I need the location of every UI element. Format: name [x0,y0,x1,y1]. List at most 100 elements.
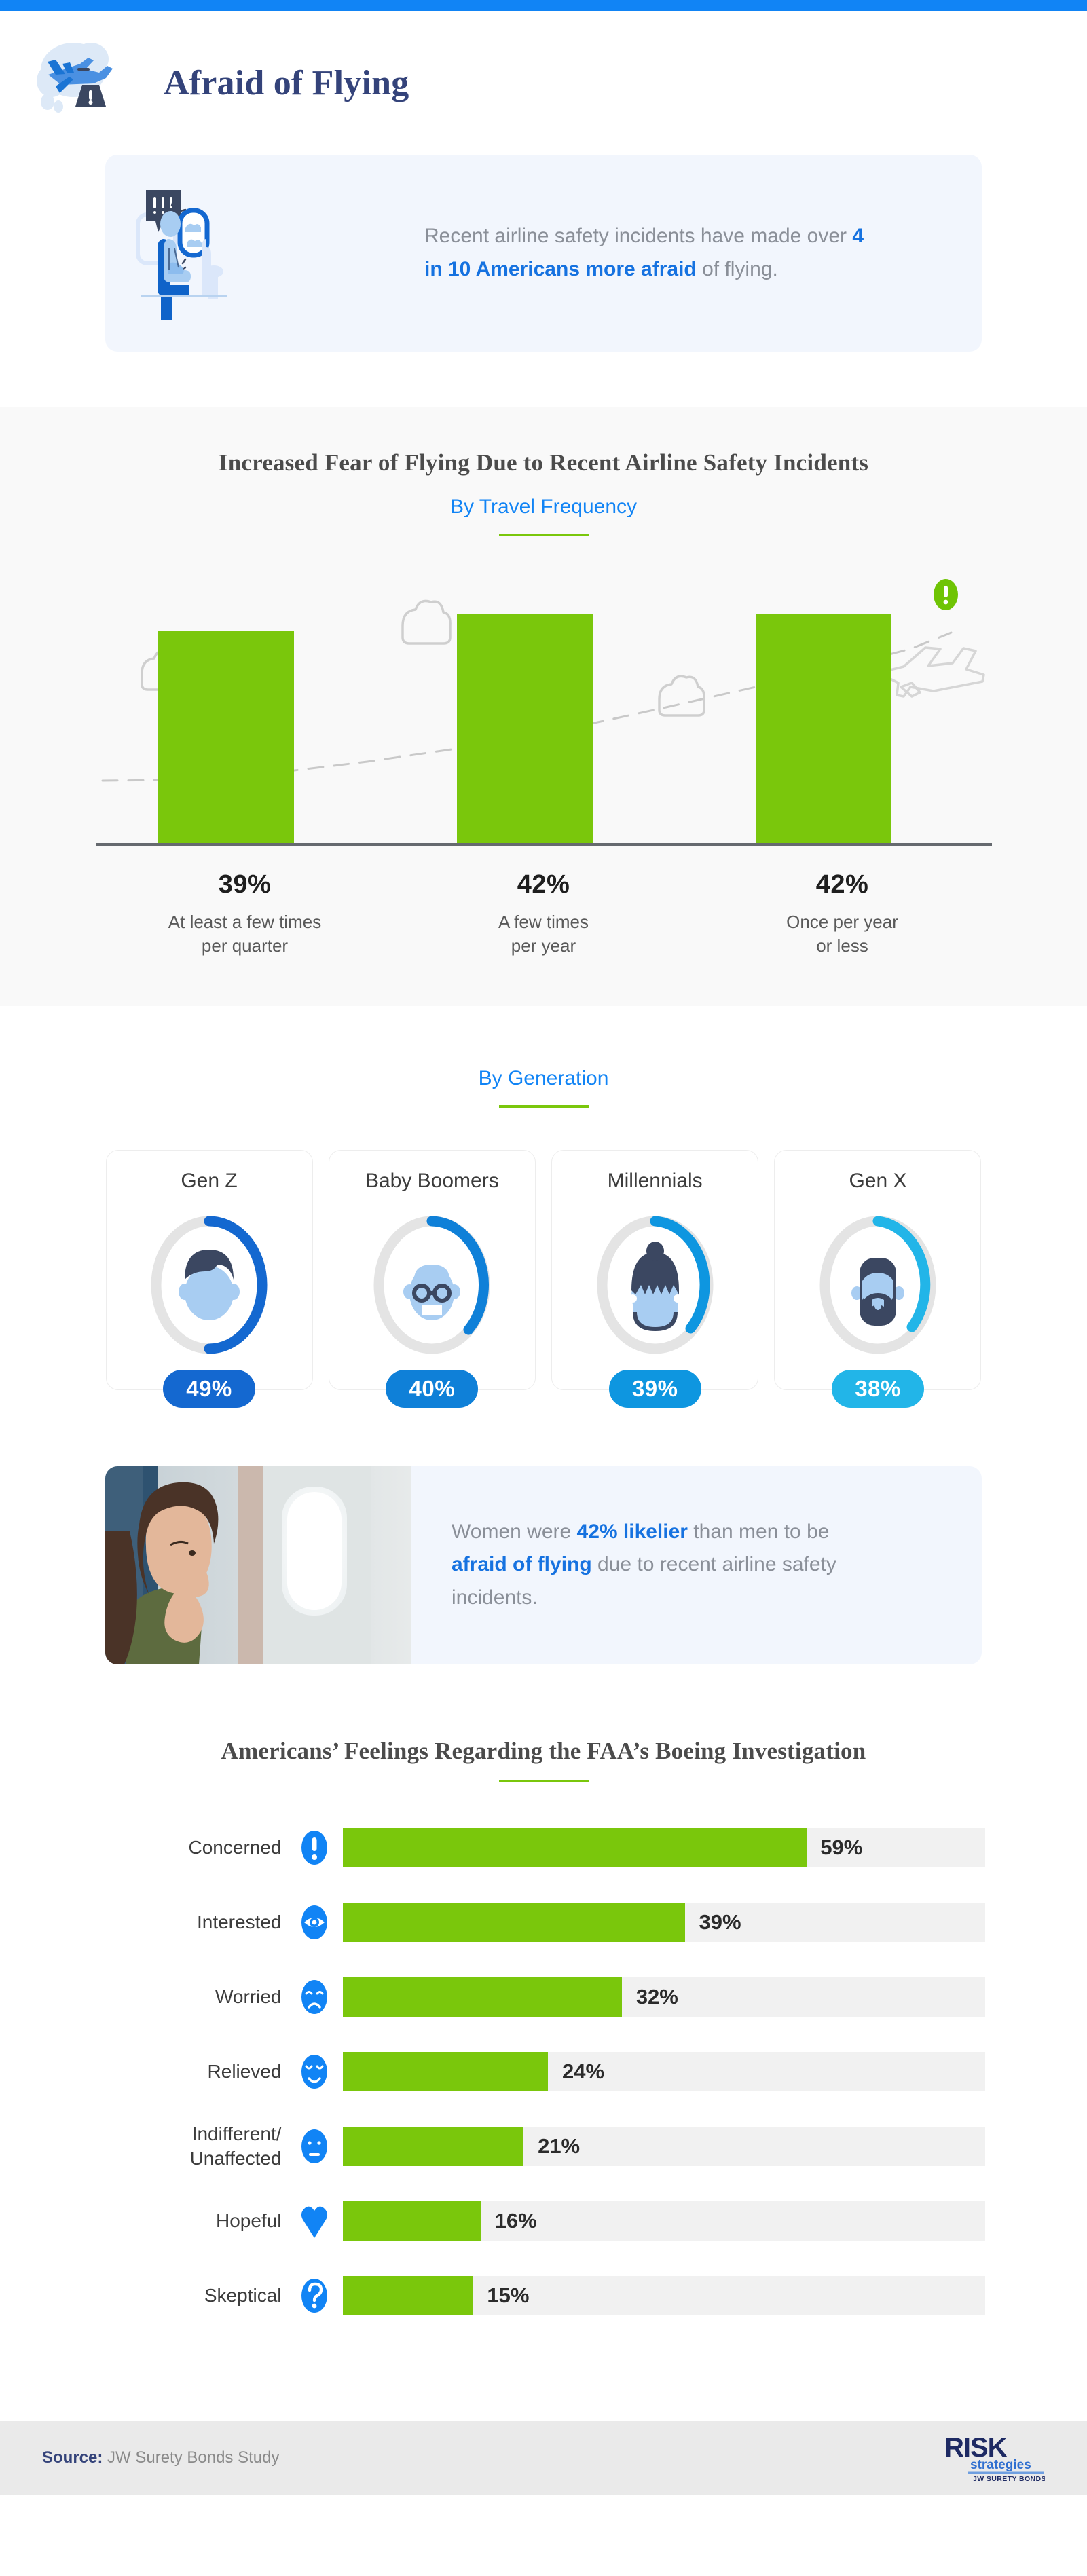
exclamation-icon [297,1827,332,1868]
vertical-chart-label-0: 39% At least a few times per quarter [96,870,394,958]
generation-section: By Generation Gen Z 49% Baby Boomers 40%… [0,1005,1087,1408]
bar-fill [342,1827,807,1867]
bar-fill [342,2051,549,2091]
donut-gauge-baby-boomers [367,1210,496,1360]
generation-value-badge: 39% [608,1369,701,1408]
bar-value: 15% [487,2283,530,2307]
generation-subtitle: By Generation [478,1066,609,1089]
travel-frequency-subtitle: By Travel Frequency [449,496,638,518]
bar-row-label: Worried [215,1986,282,2008]
footer-spacer [0,2345,1087,2421]
value-label: 42% [815,870,869,899]
millennial-avatar-icon [628,1241,682,1331]
category-label: At least a few times per quarter [168,912,322,956]
source-text: JW Surety Bonds Study [103,2448,280,2467]
generation-card-baby-boomers[interactable]: Baby Boomers 40% [328,1149,536,1408]
value-label: 42% [517,870,570,899]
bar-fill [342,1977,622,2017]
intro-callout-box: Recent airline safety incidents have mad… [105,155,982,352]
bar-row-label: Concerned [188,1837,282,1859]
frowning-face-icon [297,1977,332,2017]
women-callout-text: Women were 42% likelier than men to be a… [411,1516,886,1615]
intro-text: Recent airline safety incidents have mad… [424,220,872,286]
question-mark-icon [297,2275,332,2316]
bar-track: 16% [342,2201,985,2241]
risk-strategies-logo[interactable]: RISK strategies JW SURETY BONDS [943,2429,1046,2486]
intro-text-part2: of flying. [696,258,778,280]
bar-value: 21% [538,2133,581,2158]
bar-row-label: Indifferent/ Unaffected [189,2123,282,2169]
generation-card-gen-x[interactable]: Gen X 38% [774,1149,982,1408]
bar-row-interested: Interested 39% [103,1898,985,1947]
generation-card-label: Gen Z [181,1169,238,1192]
vertical-chart-labels: 39% At least a few times per quarter 42%… [96,870,992,958]
svg-text:strategies: strategies [970,2458,1031,2472]
donut-gauge-millennials [591,1210,720,1360]
bar-fill [342,2126,524,2166]
bar-track: 15% [342,2275,985,2315]
relieved-face-icon [297,2051,332,2092]
women-text-highlight1: 42% likelier [576,1520,688,1543]
divider-rule [498,1779,589,1782]
bar-fill [342,2275,473,2315]
intro-text-part1: Recent airline safety incidents have mad… [424,225,853,248]
bar-value: 39% [699,1909,741,1934]
source-label: Source: [42,2448,103,2467]
neutral-face-icon [297,2126,332,2167]
infographic-page: Afraid of Flying Recent airline safety i… [0,0,1087,2576]
heart-icon [297,2201,332,2241]
category-label: A few times per year [498,912,589,956]
vertical-chart-label-1: 42% A few times per year [394,870,693,958]
eye-icon [297,1902,332,1943]
bar-track: 21% [342,2126,985,2166]
donut-gauge-gen-x [813,1210,942,1360]
faa-title: Americans’ Feelings Regarding the FAA’s … [221,1737,866,1764]
women-text-highlight2: afraid of flying [452,1553,592,1576]
divider-rule [498,534,589,536]
divider-rule [498,1104,589,1108]
bar-track: 59% [342,1827,985,1867]
top-accent-bar [0,0,1087,11]
alert-exclamation-icon [933,579,958,610]
bar-fill [342,2201,481,2241]
generation-card-millennials[interactable]: Millennials 39% [551,1149,759,1408]
women-callout-box: Women were 42% likelier than men to be a… [105,1466,982,1664]
bar-row-label: Skeptical [204,2285,282,2307]
bar-row-label: Hopeful [215,2210,282,2232]
page-footer: Source: JW Surety Bonds Study RISK strat… [0,2420,1087,2495]
vertical-chart-label-2: 42% Once per year or less [693,870,992,958]
bar-row-concerned: Concerned 59% [103,1823,985,1872]
bar-value: 24% [562,2059,605,2083]
generation-value-badge: 49% [163,1369,255,1408]
bar-row-label: Interested [196,1911,282,1933]
bar-value: 16% [494,2208,537,2233]
anxious-passenger-illustration [126,168,397,338]
travel-frequency-title: Increased Fear of Flying Due to Recent A… [218,449,869,476]
bar-track: 32% [342,1977,985,2017]
generation-card-grid: Gen Z 49% Baby Boomers 40% Millennials 3… [105,1149,982,1408]
gen-x-avatar-icon [851,1257,904,1326]
bar-row-skeptical: Skeptical 15% [103,2271,985,2320]
donut-gauge-gen-z [145,1210,274,1360]
woman-on-plane-photo [105,1466,411,1664]
generation-card-gen-z[interactable]: Gen Z 49% [105,1149,313,1408]
women-callout-section: Women were 42% likelier than men to be a… [0,1390,1087,1664]
horizontal-bar-chart: Concerned 59% Interested 39% Worried 32%… [103,1823,985,2320]
bar-row-label: Relieved [207,2061,282,2083]
bar-travel-2 [755,614,891,843]
generation-card-label: Baby Boomers [365,1169,499,1192]
page-title: Afraid of Flying [164,63,409,102]
bar-fill [342,1902,685,1942]
bar-travel-1 [456,614,593,843]
category-label: Once per year or less [786,912,898,956]
bar-travel-0 [158,631,294,843]
baby-boomer-avatar-icon [403,1264,461,1320]
travel-frequency-section: Increased Fear of Flying Due to Recent A… [0,407,1087,1006]
bar-row-relieved: Relieved 24% [103,2047,985,2096]
bar-value: 59% [820,1835,863,1859]
chart-axis-line [95,843,992,846]
bar-value: 32% [635,1984,678,2009]
generation-value-badge: 40% [386,1369,479,1408]
women-text-part1: Women were [452,1520,577,1543]
bar-row-worried: Worried 32% [103,1973,985,2021]
